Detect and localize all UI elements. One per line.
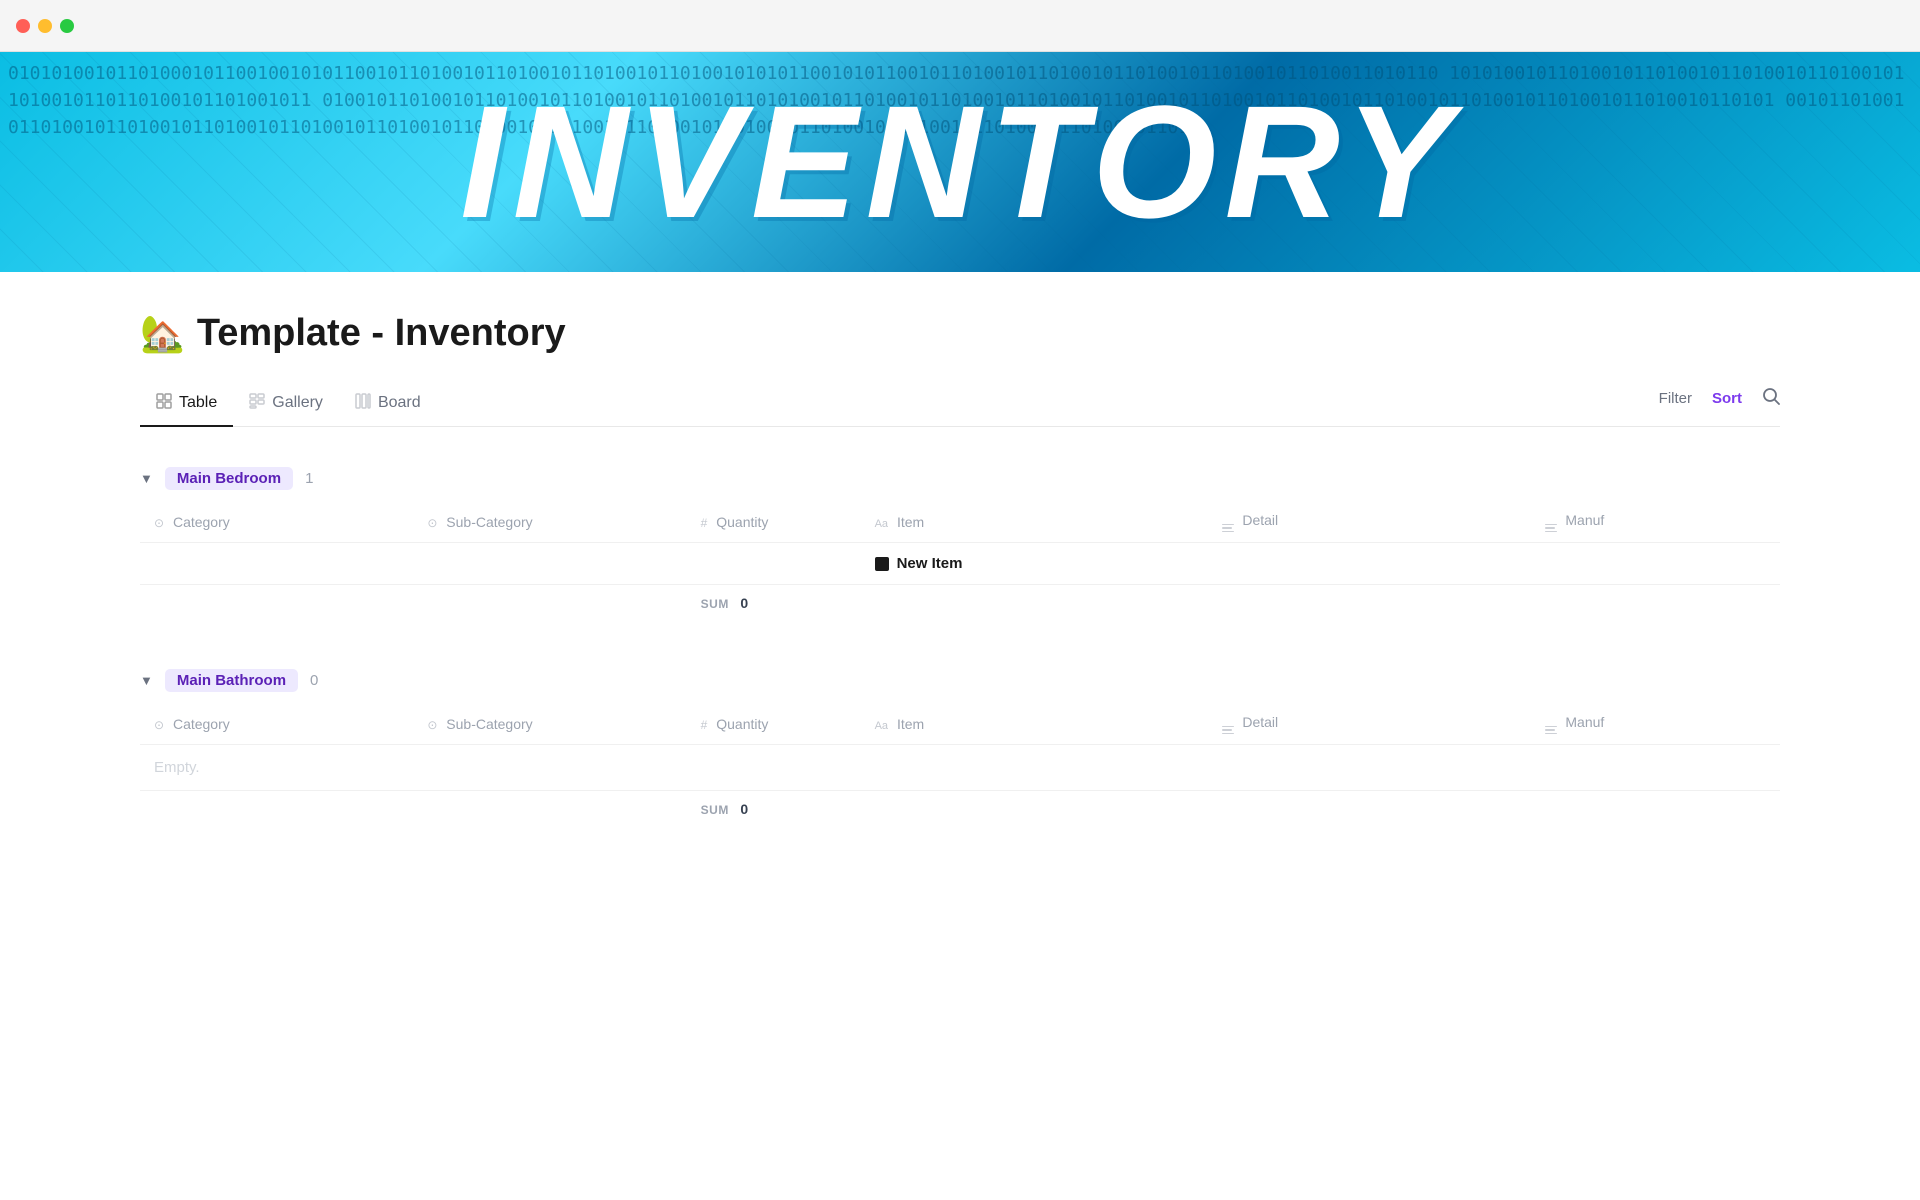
- category-icon-2: ⊙: [154, 718, 164, 732]
- group-count-bedroom: 1: [305, 470, 313, 487]
- table-bathroom: ⊙ Category ⊙ Sub-Category # Quantity Aa …: [140, 704, 1780, 827]
- hero-banner: 0101010010110100010110010010101100101101…: [0, 52, 1920, 272]
- col-header-category-1: ⊙ Category: [140, 502, 413, 543]
- col-header-detail-1: Detail: [1208, 502, 1531, 543]
- cell-item-new[interactable]: New Item: [861, 543, 1209, 585]
- manuf-icon-2: [1545, 726, 1557, 735]
- col-header-category-2: ⊙ Category: [140, 704, 413, 745]
- search-button[interactable]: [1762, 387, 1780, 410]
- minimize-button[interactable]: [38, 19, 52, 33]
- page-content: 🏡 Template - Inventory Table: [60, 272, 1860, 927]
- col-header-detail-2: Detail: [1208, 704, 1531, 745]
- page-title-row: 🏡 Template - Inventory: [140, 312, 1780, 355]
- page-icon: 🏡: [140, 313, 185, 355]
- subcategory-icon-2: ⊙: [427, 718, 437, 732]
- empty-row-bathroom: Empty.: [140, 745, 1780, 791]
- sum-spacer-2: [413, 585, 686, 622]
- page-title: Template - Inventory: [197, 312, 566, 355]
- group-badge-bathroom[interactable]: Main Bathroom: [165, 669, 298, 692]
- cell-quantity-new: [687, 543, 861, 585]
- sum-value-bedroom: 0: [740, 595, 748, 611]
- empty-cell-bathroom: Empty.: [140, 745, 1780, 791]
- new-item-square: [875, 557, 889, 571]
- table-bedroom: ⊙ Category ⊙ Sub-Category # Quantity Aa …: [140, 502, 1780, 621]
- chevron-bathroom[interactable]: ▼: [140, 673, 153, 688]
- sort-button[interactable]: Sort: [1712, 390, 1742, 407]
- new-item-label: New Item: [875, 555, 1195, 572]
- tab-actions: Filter Sort: [1659, 387, 1780, 422]
- tab-bar: Table Gallery Bo: [140, 383, 1780, 427]
- group-main-bathroom: ▼ Main Bathroom 0 ⊙ Category ⊙ Sub-Categ…: [140, 661, 1780, 827]
- sum-spacer-4: [1208, 585, 1531, 622]
- cell-detail-new: [1208, 543, 1531, 585]
- sum-cell-bathroom: SUM 0: [687, 791, 861, 828]
- table-header-bedroom: ⊙ Category ⊙ Sub-Category # Quantity Aa …: [140, 502, 1780, 543]
- col-header-item-1: Aa Item: [861, 502, 1209, 543]
- col-header-item-2: Aa Item: [861, 704, 1209, 745]
- sum-cell-bedroom: SUM 0: [687, 585, 861, 622]
- chevron-bedroom[interactable]: ▼: [140, 471, 153, 486]
- table-row-new-item[interactable]: New Item: [140, 543, 1780, 585]
- col-header-quantity-2: # Quantity: [687, 704, 861, 745]
- quantity-icon-1: #: [701, 516, 708, 530]
- sum-label-bedroom: SUM: [701, 597, 729, 611]
- sum-spacer-5: [1531, 585, 1780, 622]
- group-badge-bedroom[interactable]: Main Bedroom: [165, 467, 293, 490]
- col-header-subcategory-1: ⊙ Sub-Category: [413, 502, 686, 543]
- sum-spacer-b5: [1531, 791, 1780, 828]
- col-header-quantity-1: # Quantity: [687, 502, 861, 543]
- manuf-icon-1: [1545, 524, 1557, 533]
- group-header-bedroom: ▼ Main Bedroom 1: [140, 459, 1780, 498]
- maximize-button[interactable]: [60, 19, 74, 33]
- category-icon-1: ⊙: [154, 516, 164, 530]
- table-icon: [156, 393, 172, 412]
- tab-board-label: Board: [378, 394, 421, 412]
- sum-spacer-3: [861, 585, 1209, 622]
- tab-table[interactable]: Table: [140, 383, 233, 426]
- titlebar: [0, 0, 1920, 52]
- close-button[interactable]: [16, 19, 30, 33]
- cell-manuf-new: [1531, 543, 1780, 585]
- sum-spacer-b2: [413, 791, 686, 828]
- item-icon-2: Aa: [875, 720, 888, 732]
- filter-button[interactable]: Filter: [1659, 390, 1692, 407]
- tab-gallery-label: Gallery: [272, 394, 323, 412]
- sum-value-bathroom: 0: [740, 801, 748, 817]
- sum-spacer-1: [140, 585, 413, 622]
- cell-subcategory-new: [413, 543, 686, 585]
- gallery-icon: [249, 393, 265, 412]
- detail-icon-1: [1222, 524, 1234, 533]
- sum-spacer-b1: [140, 791, 413, 828]
- group-main-bedroom: ▼ Main Bedroom 1 ⊙ Category ⊙ Sub-Catego…: [140, 459, 1780, 621]
- quantity-icon-2: #: [701, 718, 708, 732]
- item-icon-1: Aa: [875, 518, 888, 530]
- tab-gallery[interactable]: Gallery: [233, 383, 339, 426]
- sum-spacer-b4: [1208, 791, 1531, 828]
- col-header-manuf-2: Manuf: [1531, 704, 1780, 745]
- sum-row-bedroom: SUM 0: [140, 585, 1780, 622]
- cell-category-new: [140, 543, 413, 585]
- tab-board[interactable]: Board: [339, 383, 437, 426]
- sum-row-bathroom: SUM 0: [140, 791, 1780, 828]
- group-header-bathroom: ▼ Main Bathroom 0: [140, 661, 1780, 700]
- sum-label-bathroom: SUM: [701, 803, 729, 817]
- col-header-subcategory-2: ⊙ Sub-Category: [413, 704, 686, 745]
- board-icon: [355, 393, 371, 412]
- col-header-manuf-1: Manuf: [1531, 502, 1780, 543]
- group-count-bathroom: 0: [310, 672, 318, 689]
- sum-spacer-b3: [861, 791, 1209, 828]
- table-header-bathroom: ⊙ Category ⊙ Sub-Category # Quantity Aa …: [140, 704, 1780, 745]
- subcategory-icon-1: ⊙: [427, 516, 437, 530]
- hero-title: INVENTORY: [460, 70, 1460, 254]
- tab-table-label: Table: [179, 394, 217, 412]
- detail-icon-2: [1222, 726, 1234, 735]
